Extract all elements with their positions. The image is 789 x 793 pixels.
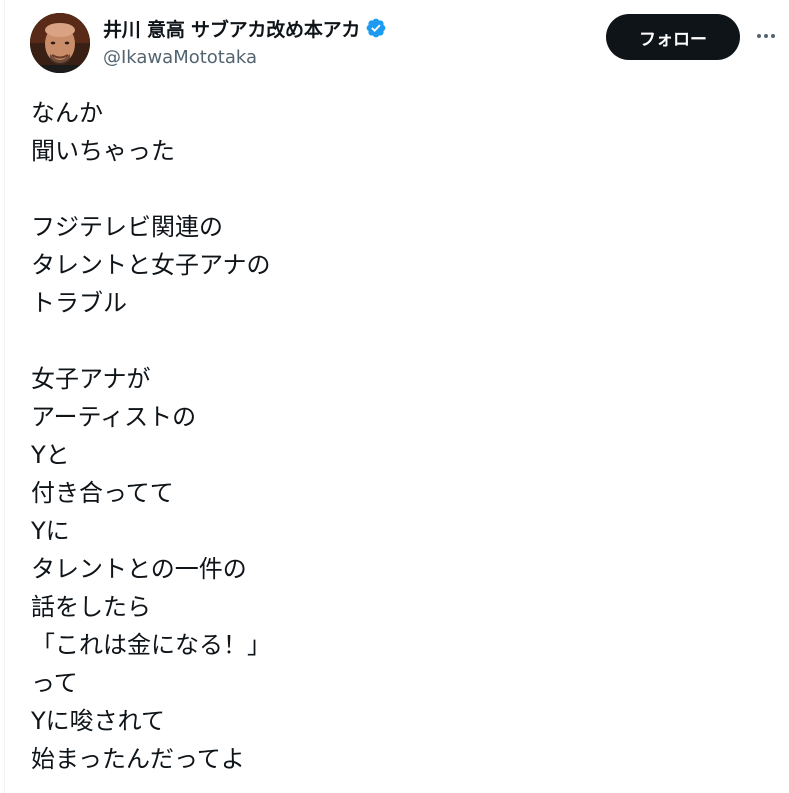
post-line: 「これは金になる！」: [31, 631, 271, 659]
divider: [4, 0, 5, 793]
post-line: フジテレビ関連の: [31, 213, 223, 241]
post-line: アーティストの: [31, 403, 197, 431]
avatar[interactable]: [30, 13, 90, 73]
avatar-image: [30, 13, 90, 73]
post-line: タレントと女子アナの: [31, 251, 271, 279]
author-handle[interactable]: @IkawaMototaka: [103, 47, 257, 68]
more-options-icon[interactable]: [752, 24, 780, 48]
verified-badge-icon[interactable]: [365, 17, 387, 39]
post-line: Yに唆されて: [31, 707, 165, 735]
post-line: って: [31, 669, 78, 697]
post-text: なんか 聞いちゃった フジテレビ関連の タレントと女子アナの トラブル 女子アナ…: [31, 94, 751, 778]
author-name-row[interactable]: 井川 意高 サブアカ改め本アカ: [103, 13, 387, 43]
post-line: トラブル: [31, 289, 127, 317]
post-line: [31, 170, 751, 208]
post-line: [31, 322, 751, 360]
post-line: 話をしたら: [31, 593, 151, 621]
post-line: なんか: [31, 99, 103, 127]
post-line: 始まったんだってよ: [31, 745, 245, 773]
post-card: 井川 意高 サブアカ改め本アカ @IkawaMototaka フォロー なんか …: [0, 0, 789, 793]
post-line: 聞いちゃった: [31, 137, 175, 165]
follow-button[interactable]: フォロー: [606, 14, 740, 60]
post-line: 付き合ってて: [31, 479, 174, 507]
post-line: Yに: [31, 517, 70, 545]
author-display-name[interactable]: 井川 意高 サブアカ改め本アカ: [103, 15, 360, 42]
post-line: タレントとの一件の: [31, 555, 247, 583]
post-line: Yと: [31, 441, 70, 469]
post-line: 女子アナが: [31, 365, 151, 393]
